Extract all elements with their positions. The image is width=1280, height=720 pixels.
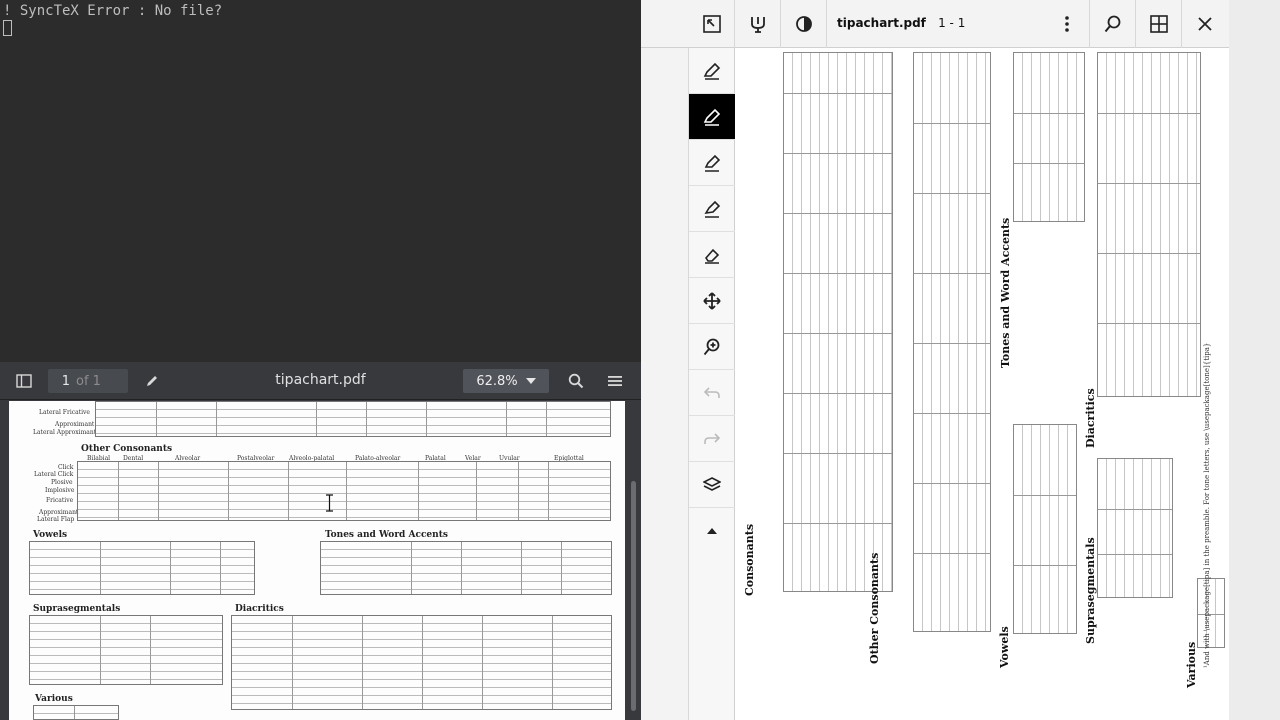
section-title: Suprasegmentals bbox=[33, 604, 121, 614]
row-label: Lateral Click bbox=[34, 471, 74, 478]
section-title: Various bbox=[1185, 641, 1198, 688]
section-title: Other Consonants bbox=[868, 552, 881, 664]
footnote: ¹And with \usepackage[tipa] in the pream… bbox=[1203, 342, 1211, 668]
various-table bbox=[33, 705, 119, 720]
document-name: tipachart.pdf bbox=[837, 16, 926, 30]
pdf-page: Lateral Fricative Approximant Lateral Ap… bbox=[9, 401, 625, 720]
highlighter-tool-icon[interactable] bbox=[735, 0, 781, 48]
consonant-table-fragment bbox=[95, 401, 611, 437]
page-current[interactable]: 1 bbox=[48, 374, 76, 389]
annotation-toolbar bbox=[689, 48, 735, 720]
contrast-icon[interactable] bbox=[781, 0, 827, 48]
chevron-down-icon bbox=[525, 378, 536, 384]
page-number-field[interactable]: 1 of 1 bbox=[48, 369, 128, 393]
vowels-table-rotated bbox=[1013, 424, 1077, 634]
right-toolbar: tipachart.pdf 1 - 1 bbox=[641, 0, 1280, 48]
zoom-select[interactable]: 62.8% bbox=[463, 369, 549, 393]
section-title: Diacritics bbox=[1084, 388, 1097, 448]
sidebar-toggle-icon[interactable] bbox=[12, 369, 36, 393]
section-title: Vowels bbox=[998, 626, 1011, 668]
pdf-viewer-left: 1 of 1 tipachart.pdf 62.8% Lateral Frica… bbox=[0, 362, 641, 720]
layers-icon[interactable] bbox=[689, 462, 735, 508]
collapse-toolbar-icon[interactable] bbox=[689, 508, 735, 554]
row-label: Approximant bbox=[39, 509, 79, 516]
consonants-table-rotated bbox=[783, 52, 893, 592]
text-cursor-icon bbox=[326, 494, 333, 512]
page-total: of 1 bbox=[76, 373, 101, 389]
terminal-pane[interactable]: ! SyncTeX Error : No file? bbox=[0, 0, 641, 362]
terminal-error-line: ! SyncTeX Error : No file? bbox=[3, 3, 223, 19]
viewer-content[interactable]: Lateral Fricative Approximant Lateral Ap… bbox=[0, 401, 641, 720]
zoom-in-icon[interactable] bbox=[689, 324, 735, 370]
row-label: Implosive bbox=[45, 487, 75, 494]
other-consonants-table-rotated bbox=[913, 52, 991, 632]
diacritics-table-rotated bbox=[1097, 52, 1201, 397]
vowels-table bbox=[29, 541, 255, 595]
scrollbar[interactable] bbox=[631, 481, 636, 711]
more-options-icon[interactable] bbox=[1044, 0, 1090, 48]
row-label: Approximant bbox=[55, 421, 95, 428]
menu-icon[interactable] bbox=[603, 369, 627, 393]
page-range: 1 - 1 bbox=[938, 16, 966, 30]
pencil-icon[interactable] bbox=[140, 369, 164, 393]
right-viewer-title: tipachart.pdf 1 - 1 bbox=[837, 16, 965, 30]
section-title: Tones and Word Accents bbox=[999, 217, 1012, 368]
redo-icon[interactable] bbox=[689, 416, 735, 462]
section-title: Other Consonants bbox=[81, 444, 173, 454]
suprasegmentals-table-rotated bbox=[1097, 458, 1173, 598]
row-label: Plosive bbox=[51, 479, 73, 486]
pen-tool-icon[interactable] bbox=[689, 48, 735, 94]
active-pen-tool-icon[interactable] bbox=[689, 94, 735, 140]
section-title: Tones and Word Accents bbox=[325, 530, 448, 540]
section-title: Vowels bbox=[33, 530, 68, 540]
section-title: Consonants bbox=[743, 523, 756, 596]
section-title: Suprasegmentals bbox=[1084, 537, 1097, 644]
pdf-viewer-right: tipachart.pdf 1 - 1 Consonants Other Con… bbox=[641, 0, 1280, 720]
diacritics-table bbox=[231, 615, 612, 710]
viewer-toolbar: 1 of 1 tipachart.pdf 62.8% bbox=[0, 362, 641, 400]
row-label: Click bbox=[58, 464, 74, 471]
suprasegmentals-table bbox=[29, 615, 223, 685]
row-label: Fricative bbox=[46, 497, 74, 504]
tones-table bbox=[320, 541, 612, 595]
row-label: Lateral Fricative bbox=[39, 409, 90, 416]
eraser-tool-icon[interactable] bbox=[689, 232, 735, 278]
right-margin bbox=[1229, 0, 1280, 720]
terminal-cursor bbox=[3, 20, 12, 36]
tones-table-rotated bbox=[1013, 52, 1085, 222]
undo-icon[interactable] bbox=[689, 370, 735, 416]
other-consonants-table bbox=[77, 461, 611, 521]
left-strip bbox=[641, 0, 689, 720]
various-table-rotated bbox=[1197, 578, 1225, 648]
row-label: Lateral Flap bbox=[37, 516, 75, 523]
expand-icon[interactable] bbox=[689, 0, 735, 48]
row-label: Lateral Approximant bbox=[33, 429, 97, 436]
section-title: Various bbox=[35, 694, 73, 704]
close-icon[interactable] bbox=[1182, 0, 1228, 48]
search-icon[interactable] bbox=[564, 369, 588, 393]
section-title: Diacritics bbox=[235, 604, 284, 614]
search-icon[interactable] bbox=[1090, 0, 1136, 48]
marker-tool-icon[interactable] bbox=[689, 140, 735, 186]
rotated-pdf-page[interactable]: Consonants Other Consonants Tones and Wo… bbox=[735, 48, 1229, 720]
grid-view-icon[interactable] bbox=[1136, 0, 1182, 48]
zoom-value: 62.8% bbox=[476, 373, 518, 389]
move-tool-icon[interactable] bbox=[689, 278, 735, 324]
highlighter-pen-icon[interactable] bbox=[689, 186, 735, 232]
